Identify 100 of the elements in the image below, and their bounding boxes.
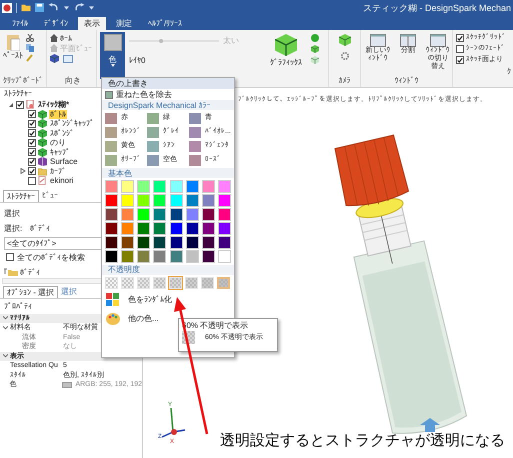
checkbox[interactable] — [456, 45, 464, 53]
color-swatch[interactable] — [147, 112, 159, 124]
orientation-button[interactable]: ﾎｰﾑ — [60, 34, 72, 42]
panel-tab[interactable]: 選択 — [58, 286, 80, 298]
checkbox-label[interactable]: 全てのﾎﾞﾃﾞｨを検索 — [17, 252, 85, 262]
color-swatch[interactable] — [189, 126, 201, 138]
checkbox[interactable] — [28, 176, 36, 185]
color-swatch[interactable] — [147, 140, 159, 152]
color-swatch[interactable] — [105, 140, 117, 152]
menu-item[interactable]: 重ねた色を除去 — [116, 90, 172, 99]
opacity-swatch[interactable] — [217, 276, 230, 289]
tree-item[interactable]: ｽﾎﾟﾝｼﾞｷｬｯﾌﾟ — [49, 119, 95, 128]
tree-item[interactable]: Surface — [49, 157, 79, 166]
color-swatch[interactable] — [121, 180, 134, 192]
color-swatch[interactable] — [153, 194, 166, 207]
color-swatch[interactable] — [202, 250, 215, 263]
opacity-swatch[interactable] — [185, 276, 198, 289]
redo-icon[interactable] — [73, 3, 85, 12]
ribbon-tab[interactable]: 表示 — [78, 17, 106, 30]
color-swatch[interactable] — [105, 194, 118, 207]
color-swatch[interactable] — [186, 236, 199, 249]
menu-item[interactable]: 他の色... — [128, 314, 159, 324]
color-swatch[interactable] — [170, 208, 182, 221]
graphics-button[interactable]: ｸﾞﾗﾌｨｯｸｽ — [270, 58, 302, 67]
expand-arrow-icon[interactable] — [20, 168, 26, 174]
checkbox[interactable] — [16, 100, 24, 109]
panel-tab[interactable]: ｽﾄﾗｸﾁｬｰ — [3, 190, 39, 202]
color-swatch[interactable] — [137, 180, 150, 192]
color-swatch[interactable] — [170, 236, 182, 249]
save-icon[interactable] — [35, 3, 44, 12]
opacity-swatch[interactable] — [153, 276, 166, 289]
color-swatch[interactable] — [202, 236, 215, 249]
color-swatch[interactable] — [218, 250, 231, 263]
color-swatch[interactable] — [153, 180, 166, 192]
color-swatch[interactable] — [186, 250, 199, 263]
color-swatch[interactable] — [170, 194, 182, 207]
color-swatch[interactable] — [189, 112, 201, 124]
color-swatch[interactable] — [153, 236, 166, 249]
color-swatch[interactable] — [121, 250, 134, 263]
color-swatch[interactable] — [218, 194, 231, 207]
color-swatch[interactable] — [202, 194, 215, 207]
view-icon[interactable] — [63, 54, 73, 62]
color-swatch[interactable] — [137, 208, 150, 221]
color-swatch[interactable] — [153, 222, 166, 235]
color-swatch[interactable] — [105, 154, 117, 166]
color-swatch[interactable] — [137, 236, 150, 249]
color-swatch[interactable] — [105, 126, 117, 138]
tree-item[interactable]: ｽﾃｨｯｸ糊* — [37, 100, 70, 110]
scissors-icon[interactable] — [26, 34, 34, 42]
color-swatch[interactable] — [170, 222, 182, 235]
color-swatch[interactable] — [121, 222, 134, 235]
undo-icon[interactable] — [48, 3, 60, 12]
color-swatch[interactable] — [137, 250, 150, 263]
color-swatch[interactable] — [186, 222, 199, 235]
collapse-arrow-icon[interactable] — [8, 102, 14, 108]
tree-item[interactable]: のり — [49, 138, 67, 148]
paste-button[interactable]: ﾍﾟｰｽﾄ — [3, 33, 23, 76]
color-swatch[interactable] — [186, 180, 199, 192]
color-swatch[interactable] — [105, 208, 118, 221]
color-swatch[interactable] — [202, 208, 215, 221]
collapse-caret-icon[interactable] — [2, 354, 8, 358]
color-swatch[interactable] — [105, 236, 118, 249]
collapse-caret-icon[interactable] — [2, 316, 8, 320]
color-swatch[interactable] — [121, 208, 134, 221]
checkbox[interactable] — [456, 34, 464, 42]
color-swatch[interactable] — [189, 140, 201, 152]
color-swatch[interactable] — [170, 250, 182, 263]
color-button[interactable]: 色 — [100, 32, 125, 79]
color-swatch[interactable] — [147, 126, 159, 138]
color-swatch[interactable] — [105, 250, 118, 263]
color-swatch[interactable] — [170, 180, 182, 192]
color-swatch[interactable] — [218, 208, 231, 221]
line-weight-slider[interactable] — [129, 38, 219, 44]
color-swatch[interactable] — [153, 208, 166, 221]
copy-icon[interactable] — [26, 44, 34, 52]
checkbox[interactable] — [28, 129, 36, 138]
dropdown-caret-icon[interactable] — [64, 6, 69, 10]
folder-icon[interactable] — [21, 3, 31, 12]
color-swatch[interactable] — [202, 180, 215, 192]
color-swatch[interactable] — [153, 250, 166, 263]
panel-tab[interactable]: ﾋﾞｭｰ — [39, 190, 61, 202]
color-swatch[interactable] — [218, 180, 231, 192]
checkbox[interactable] — [28, 167, 36, 176]
tree-item[interactable]: ｽﾎﾟﾝｼﾞ — [49, 128, 75, 138]
dropdown-caret-icon[interactable] — [89, 6, 94, 10]
slider-thumb[interactable] — [159, 38, 164, 42]
ribbon-tab[interactable]: ﾍﾙﾌﾟ/ﾘｿｰｽ — [142, 17, 188, 30]
checkbox[interactable] — [28, 158, 36, 166]
brush-icon[interactable] — [26, 54, 34, 62]
color-swatch[interactable] — [121, 194, 134, 207]
color-swatch[interactable] — [218, 222, 231, 235]
layer-label[interactable]: ﾚｲﾔ0 — [129, 56, 146, 65]
tree-item[interactable]: ｷｬｯﾌﾟ — [49, 148, 71, 157]
settings-icon[interactable] — [340, 51, 350, 61]
color-swatch[interactable] — [218, 236, 231, 249]
tree-item[interactable]: ﾎﾞﾄﾙ — [49, 110, 67, 119]
color-swatch[interactable] — [189, 154, 201, 166]
checkbox[interactable] — [28, 138, 36, 147]
checkbox[interactable] — [28, 110, 36, 118]
sphere-icon[interactable] — [311, 34, 319, 42]
